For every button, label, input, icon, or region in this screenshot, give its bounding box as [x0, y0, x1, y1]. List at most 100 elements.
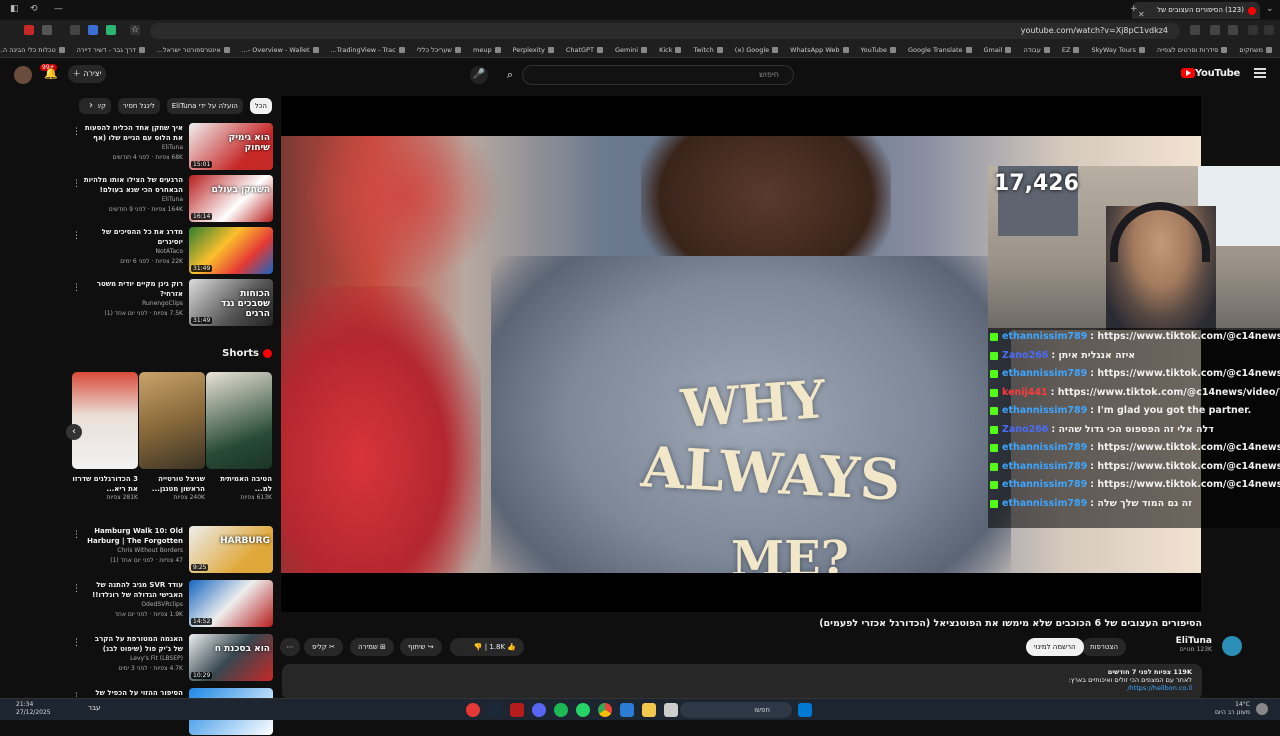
related-video-title[interactable]: Hamburg Walk 10: Old Harburg | The Forgo…	[83, 526, 183, 546]
bookmark-item[interactable]: Gmail	[984, 42, 1012, 57]
related-video-item[interactable]: HARBURG 9:25 Hamburg Walk 10: Old Harburg …	[70, 526, 275, 574]
app-icon[interactable]	[664, 703, 678, 717]
related-video-title[interactable]: מדרג את כל ההסיכים של יוסיגרים	[83, 227, 183, 247]
short-thumbnail-3[interactable]	[72, 372, 138, 469]
new-tab-icon[interactable]: +	[1130, 4, 1138, 14]
forward-icon[interactable]	[1248, 25, 1258, 35]
bookmark-item[interactable]: דרך גבר - דשיר דיירה	[77, 42, 145, 57]
bookmark-item[interactable]: טכלות כלי הבינה ה...	[0, 42, 65, 57]
bookmark-item[interactable]: Gemini	[615, 42, 648, 57]
search-icon[interactable]: ⌕	[498, 65, 522, 85]
bookmark-item[interactable]: Kick	[659, 42, 682, 57]
related-video-title[interactable]: האגמה המטורפת על הקרב של ג'יק פול (שיפוט…	[83, 634, 183, 654]
bookmark-item[interactable]: WhatsApp Web	[790, 42, 849, 57]
bookmark-item[interactable]: Overview - Wallet -...	[242, 42, 319, 57]
bookmark-item[interactable]: Twitch	[693, 42, 723, 57]
more-options-icon[interactable]: ⋮	[72, 179, 81, 189]
bookmark-star-icon[interactable]: ☆	[130, 25, 140, 35]
clock[interactable]: 21:34 27/12/2025	[16, 701, 51, 717]
url-field[interactable]: youtube.com/watch?v=Xj8pC1vdkz4	[150, 23, 1180, 39]
related-video-item[interactable]: הכוחות שסבכים נגד הרגים 31:49 רוק גינן מקי…	[70, 279, 275, 327]
more-options-icon[interactable]: ⋮	[72, 231, 81, 241]
video-thumbnail[interactable]: הוא בסכנת ח 10:29	[189, 634, 273, 681]
chips-prev-arrow-icon[interactable]: ‹	[84, 98, 98, 114]
extension-icon[interactable]	[24, 25, 34, 35]
description-link[interactable]: https://hellbon.co.il/	[1127, 684, 1192, 692]
related-video-title[interactable]: עודד SVR מגיב להתנה של האבישי הגדולה של …	[83, 580, 183, 600]
account-avatar[interactable]	[14, 66, 32, 84]
short-thumbnail-1[interactable]	[206, 372, 272, 469]
related-video-item[interactable]: השחקן בעולם 16:14 הרגעים של הצילו אותו מלה…	[70, 175, 275, 223]
bookmark-item[interactable]: סידרות וסרטים לצפייה	[1157, 42, 1228, 57]
extension-icon[interactable]	[42, 25, 52, 35]
discord-icon[interactable]	[532, 703, 546, 717]
video-thumbnail[interactable]: 14:52	[189, 580, 273, 627]
related-channel[interactable]: EliTuna	[83, 195, 183, 205]
save-button[interactable]: ⊞ שמירה	[350, 638, 394, 656]
chip-linked[interactable]: לינגל חסיר	[117, 98, 160, 114]
video-thumbnail[interactable]: הכוחות שסבכים נגד הרגים 31:49	[189, 279, 273, 326]
channel-name[interactable]: EliTuna	[1176, 636, 1212, 646]
app-icon[interactable]	[466, 703, 480, 717]
related-video-item[interactable]: 31:49 מדרג את כל ההסיכים של יוסיגרים NotAT…	[70, 227, 275, 275]
home-icon[interactable]	[1210, 25, 1220, 35]
bookmark-item[interactable]: meup	[473, 42, 501, 57]
related-channel[interactable]: OdedSVRclips	[83, 600, 183, 610]
spotify-icon[interactable]	[554, 703, 568, 717]
steam-icon[interactable]	[488, 703, 502, 717]
short-thumbnail-2[interactable]	[139, 372, 205, 469]
extension-icon[interactable]	[88, 25, 98, 35]
back-icon[interactable]	[1264, 25, 1274, 35]
more-options-icon[interactable]: ⋮	[72, 127, 81, 137]
taskbar-search[interactable]: חפשו	[680, 702, 792, 718]
hamburger-menu-icon[interactable]	[1254, 68, 1266, 78]
app-icon[interactable]	[620, 703, 634, 717]
language-indicator[interactable]: עבר	[88, 704, 100, 712]
short-title[interactable]: שניצל טורטייה הראשון מטגגן...	[139, 474, 205, 494]
join-button[interactable]: הצטרפות	[1082, 638, 1127, 656]
related-channel[interactable]: NotATaco	[83, 247, 183, 257]
like-dislike-button[interactable]: 👍 1.8K | 👎	[450, 638, 524, 656]
bookmark-item[interactable]: Google (א)	[735, 42, 779, 57]
more-options-icon[interactable]: ⋮	[72, 283, 81, 293]
bookmark-item[interactable]: SkyWay Tours	[1091, 42, 1145, 57]
related-video-title[interactable]: איך שחקן אחד הכליח להסעות את הלוס עם הגי…	[83, 123, 183, 143]
bookmark-item[interactable]: אינטרספורטר ישראל...	[157, 42, 230, 57]
video-thumbnail[interactable]: הוא גימיק שיחוק 15:01	[189, 123, 273, 170]
chip-all[interactable]: הכל	[249, 98, 272, 114]
notifications-bell-icon[interactable]: 🔔	[44, 67, 58, 80]
clip-button[interactable]: ✂ קליפ	[304, 638, 343, 656]
short-title[interactable]: 3 הכדורגלנים שדרזו את ריא...	[72, 474, 138, 494]
related-channel[interactable]: Levy's Fit (LBSEP)	[83, 654, 183, 664]
channel-avatar[interactable]	[1222, 636, 1242, 656]
bookmark-item[interactable]: שעריכל כללי	[417, 42, 462, 57]
more-options-icon[interactable]: ⋮	[72, 638, 81, 648]
more-options-icon[interactable]: ⋮	[72, 584, 81, 594]
related-channel[interactable]: Chris Without Borders	[83, 546, 183, 556]
file-explorer-icon[interactable]	[642, 703, 656, 717]
related-video-item[interactable]: הוא בסכנת ח 10:29 האגמה המטורפת על הקרב של…	[70, 634, 275, 682]
search-input[interactable]: חיפוש	[522, 65, 794, 85]
chrome-icon[interactable]	[598, 703, 612, 717]
bookmark-item[interactable]: EZ	[1062, 42, 1080, 57]
related-video-title[interactable]: הרגעים של הצילו אותו מלהיות הבאחרס הכי ש…	[83, 175, 183, 195]
close-tab-icon[interactable]: ✕	[1138, 6, 1145, 19]
tab-list-icon[interactable]: ⌄	[1266, 4, 1274, 14]
bookmark-item[interactable]: ChatGPT	[566, 42, 603, 57]
bookmark-item[interactable]: עבודה	[1023, 42, 1050, 57]
bookmark-item[interactable]: YouTube	[861, 42, 896, 57]
related-channel[interactable]: RunengoClips	[83, 299, 183, 309]
create-button[interactable]: ＋ יצירה	[68, 65, 106, 83]
bookmark-item[interactable]: TradingView - Trac...	[331, 42, 405, 57]
whatsapp-icon[interactable]	[576, 703, 590, 717]
back-window-icon[interactable]: ⟲	[30, 4, 38, 14]
short-title[interactable]: הטיבה האמיתית למ...	[206, 474, 272, 494]
tab-youtube[interactable]: (123) הסיפורים העצובים של ✕	[1132, 2, 1260, 19]
youtube-logo[interactable]: YouTube	[1178, 68, 1240, 79]
related-video-item[interactable]: 14:52 עודד SVR מגיב להתנה של האבישי הגדול…	[70, 580, 275, 628]
video-thumbnail[interactable]: HARBURG 9:25	[189, 526, 273, 573]
app-icon[interactable]	[510, 703, 524, 717]
windows-start-icon[interactable]	[798, 703, 812, 717]
extension-icon[interactable]	[70, 25, 80, 35]
chip-uploaded-by[interactable]: הועלה על ידי EliTuna	[166, 98, 243, 114]
